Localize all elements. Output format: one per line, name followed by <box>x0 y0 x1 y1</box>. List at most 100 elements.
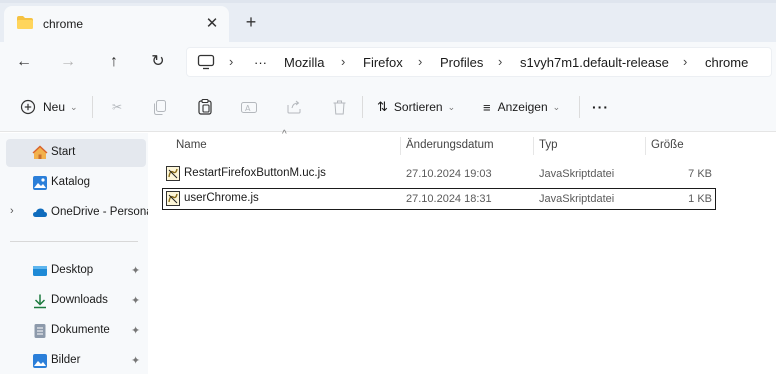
file-size: 7 KB <box>688 168 712 180</box>
sort-ascending-icon: ^ <box>282 129 287 140</box>
rename-button[interactable]: A <box>238 97 260 117</box>
window-top-edge <box>0 0 776 3</box>
table-row[interactable]: userChrome.js 27.10.2024 18:31 JavaSkrip… <box>162 188 716 210</box>
desktop-icon <box>33 266 47 276</box>
pin-icon[interactable]: ✦ <box>131 294 140 307</box>
new-button[interactable]: Neu ⌄ <box>20 97 78 117</box>
breadcrumb-separator: › <box>229 54 234 69</box>
svg-text:A: A <box>245 104 251 113</box>
column-divider[interactable] <box>400 137 401 155</box>
file-date: 27.10.2024 19:03 <box>406 168 492 180</box>
column-divider[interactable] <box>645 137 646 155</box>
sidebar-item-katalog[interactable]: Katalog <box>0 169 148 197</box>
trash-icon <box>333 100 345 114</box>
breadcrumb-separator: › <box>498 54 503 69</box>
breadcrumb-profiles[interactable]: Profiles <box>440 55 483 70</box>
breadcrumb-mozilla[interactable]: Mozilla <box>284 55 324 70</box>
sidebar-item-desktop[interactable]: Desktop ✦ <box>0 257 148 285</box>
title-bar: chrome ✕ + <box>0 0 776 42</box>
breadcrumb-overflow[interactable]: ··· <box>254 55 267 70</box>
command-separator <box>579 96 580 118</box>
pin-icon[interactable]: ✦ <box>131 324 140 337</box>
tab-chrome[interactable]: chrome ✕ <box>4 6 229 42</box>
sidebar-item-start[interactable]: Start <box>6 139 146 167</box>
chevron-down-icon: ⌄ <box>70 101 78 112</box>
sidebar-item-bilder[interactable]: Bilder ✦ <box>0 347 148 374</box>
copy-icon <box>154 99 166 115</box>
forward-button[interactable]: → <box>56 50 80 74</box>
sidebar-item-label: OneDrive - Persona <box>51 206 148 218</box>
sidebar-item-onedrive[interactable]: › OneDrive - Persona <box>0 199 148 227</box>
sidebar-item-dokumente[interactable]: Dokumente ✦ <box>0 317 148 345</box>
sort-button-label: Sortieren <box>393 100 443 114</box>
view-button[interactable]: ≡ Anzeigen ⌄ <box>483 97 560 117</box>
command-separator <box>362 96 363 118</box>
folder-icon <box>17 16 33 29</box>
chevron-down-icon: ⌄ <box>552 101 561 112</box>
pin-icon[interactable]: ✦ <box>131 264 140 277</box>
file-list: Name ^ Änderungsdatum Typ Größe RestartF… <box>148 129 776 374</box>
breadcrumb-profile-folder[interactable]: s1vyh7m1.default-release <box>520 55 669 70</box>
command-separator <box>92 96 93 118</box>
breadcrumb-separator: › <box>418 54 423 69</box>
more-options-button[interactable]: ··· <box>592 97 609 117</box>
breadcrumb-firefox[interactable]: Firefox <box>363 55 403 70</box>
file-type: JavaSkriptdatei <box>539 193 615 205</box>
sidebar-divider <box>10 241 138 242</box>
computer-icon <box>197 54 215 70</box>
sidebar-item-label: Katalog <box>51 176 91 188</box>
column-header-type[interactable]: Typ <box>539 139 558 151</box>
table-row[interactable]: RestartFirefoxButtonM.uc.js 27.10.2024 1… <box>162 163 716 185</box>
sidebar-item-downloads[interactable]: Downloads ✦ <box>0 287 148 315</box>
chevron-down-icon: ⌄ <box>447 101 456 112</box>
navigation-pane: Start Katalog › OneDrive - Persona Deskt… <box>0 133 148 374</box>
view-icon: ≡ <box>483 99 491 115</box>
javascript-file-icon <box>166 166 180 181</box>
sort-button[interactable]: ⇅ Sortieren ⌄ <box>377 97 455 117</box>
sidebar-item-label: Start <box>51 146 76 158</box>
tab-title: chrome <box>43 17 84 31</box>
breadcrumb-separator: › <box>683 54 688 69</box>
column-header-name[interactable]: Name <box>176 139 207 151</box>
breadcrumb-chrome[interactable]: chrome <box>705 55 748 70</box>
navigation-bar: ← → ↑ ↻ › ··· Mozilla › Firefox › Profil… <box>0 42 776 82</box>
document-icon <box>34 324 46 338</box>
breadcrumb-separator: › <box>341 54 346 69</box>
home-icon <box>32 145 48 159</box>
file-size: 1 KB <box>688 193 712 205</box>
column-header-date[interactable]: Änderungsdatum <box>406 139 494 151</box>
paste-icon <box>198 99 212 115</box>
gallery-icon <box>33 176 47 190</box>
delete-button[interactable] <box>328 97 350 117</box>
share-icon <box>287 100 300 114</box>
file-name: RestartFirefoxButtonM.uc.js <box>184 167 326 179</box>
command-bar: Neu ⌄ ✂ A ⇅ Sortieren ⌄ ≡ Anzeigen ⌄ ··· <box>0 82 776 132</box>
file-name: userChrome.js <box>184 192 259 204</box>
pin-icon[interactable]: ✦ <box>131 354 140 367</box>
file-type: JavaSkriptdatei <box>539 168 615 180</box>
download-icon <box>34 294 46 309</box>
column-divider[interactable] <box>533 137 534 155</box>
address-bar[interactable]: › ··· Mozilla › Firefox › Profiles › s1v… <box>186 47 772 77</box>
share-button[interactable] <box>283 97 305 117</box>
up-button[interactable]: ↑ <box>102 50 126 74</box>
pictures-icon <box>33 354 47 368</box>
sort-icon: ⇅ <box>377 99 388 114</box>
rename-icon: A <box>241 101 257 113</box>
javascript-file-icon <box>166 191 180 206</box>
add-circle-icon <box>20 99 36 115</box>
tab-close-icon[interactable]: ✕ <box>202 14 222 34</box>
chevron-right-icon[interactable]: › <box>10 205 14 217</box>
back-button[interactable]: ← <box>12 50 36 74</box>
column-header-size[interactable]: Größe <box>651 139 684 151</box>
view-button-label: Anzeigen <box>497 100 548 114</box>
cut-icon: ✂ <box>111 100 123 114</box>
paste-button[interactable] <box>194 97 216 117</box>
file-date: 27.10.2024 18:31 <box>406 193 492 205</box>
cut-button[interactable]: ✂ <box>106 97 128 117</box>
new-tab-button[interactable]: + <box>241 12 261 32</box>
new-button-label: Neu <box>43 100 66 114</box>
copy-button[interactable] <box>149 97 171 117</box>
refresh-button[interactable]: ↻ <box>146 50 170 74</box>
cloud-icon <box>33 208 47 217</box>
